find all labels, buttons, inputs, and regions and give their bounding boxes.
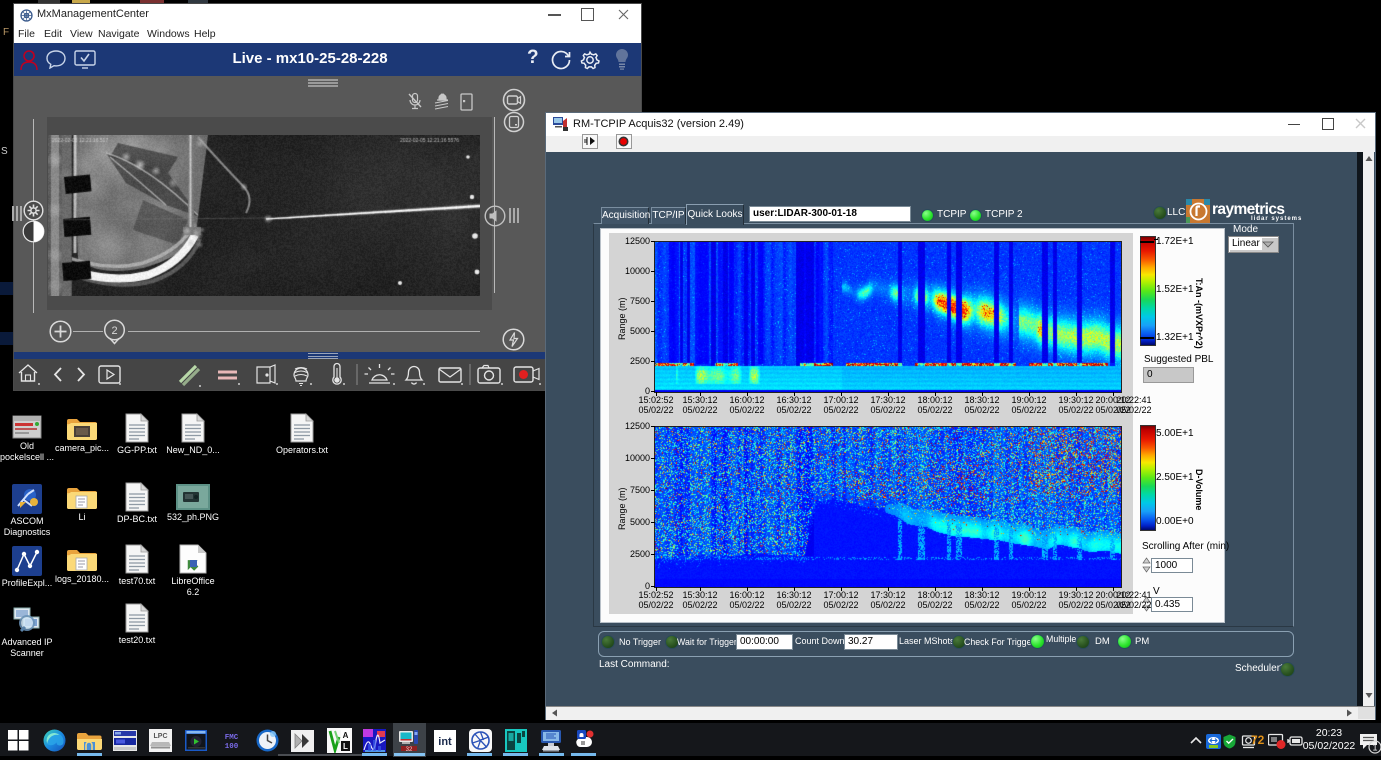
svg-text:32: 32 bbox=[406, 747, 413, 753]
svg-text:LPC: LPC bbox=[154, 733, 168, 740]
svg-text:L: L bbox=[343, 742, 348, 751]
svg-text:100: 100 bbox=[225, 743, 239, 750]
svg-text:A: A bbox=[343, 731, 349, 740]
svg-text:int: int bbox=[438, 736, 452, 748]
svg-text:2: 2 bbox=[111, 325, 117, 337]
svg-text:FMC: FMC bbox=[225, 734, 239, 742]
svg-text:1: 1 bbox=[1372, 743, 1377, 753]
